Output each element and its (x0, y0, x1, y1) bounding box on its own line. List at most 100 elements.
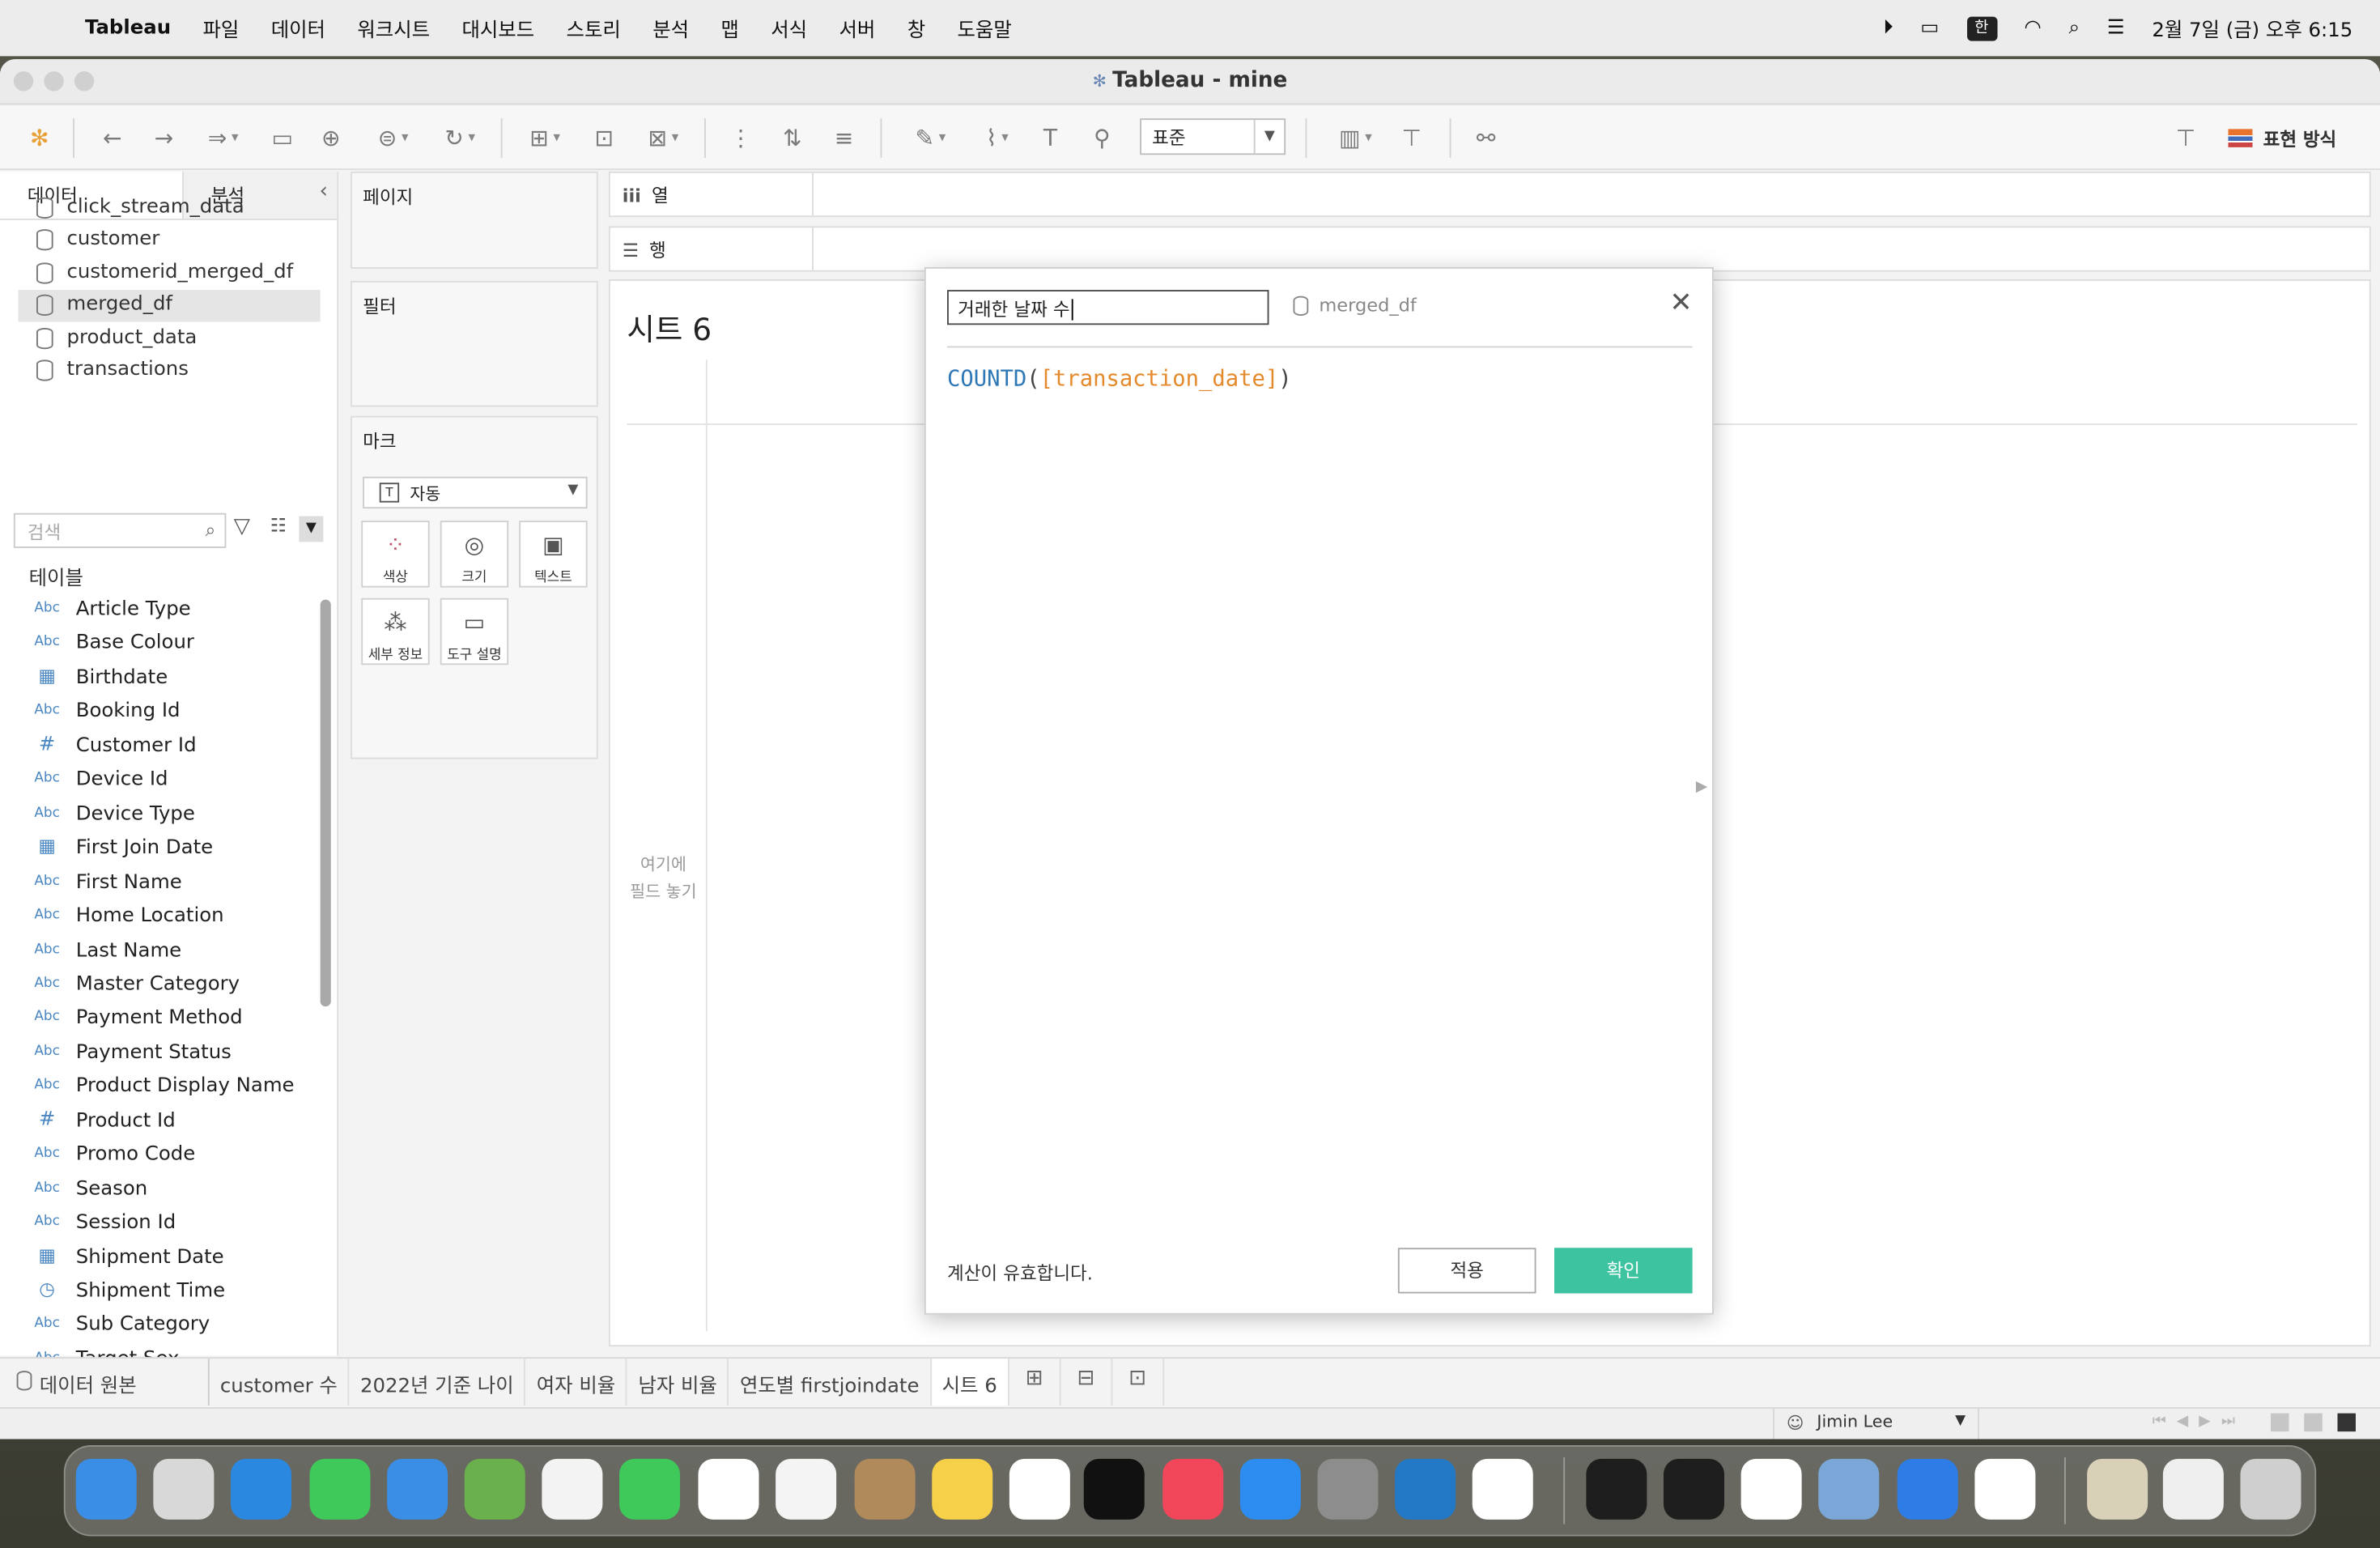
field-item[interactable]: Abc Promo Code (31, 1140, 319, 1173)
new-datasource-icon[interactable]: ⊕ (312, 120, 349, 156)
pin-icon[interactable]: ⚲ (1084, 120, 1120, 156)
tableau-home-icon[interactable]: ✻ (21, 120, 57, 156)
datasource-item[interactable]: click_stream_data (19, 193, 321, 224)
field-item[interactable]: Abc Product Display Name (31, 1072, 319, 1105)
view-list-icon[interactable]: ☷ (270, 515, 287, 536)
drop-field-hint[interactable]: 여기에 필드 놓기 (623, 852, 704, 907)
vscode-icon[interactable] (1395, 1458, 1456, 1520)
share-icon[interactable]: ⚯ (1468, 120, 1504, 156)
sort-descending-icon[interactable]: ≡ (826, 120, 862, 156)
user-menu[interactable]: ☺ Jimin Lee ▼ (1773, 1409, 1979, 1440)
downloads-stack-icon[interactable] (2087, 1458, 2148, 1520)
field-item[interactable]: Abc Booking Id (31, 697, 319, 730)
marks-text-button[interactable]: ▣ 텍스트 (519, 521, 588, 588)
text-label-icon[interactable]: T (1032, 120, 1069, 156)
datasource-item[interactable]: merged_df (18, 290, 321, 322)
terminal-icon[interactable] (1586, 1458, 1647, 1520)
field-item[interactable]: Abc Sub Category (31, 1311, 319, 1344)
tabs-view-icon[interactable] (2337, 1413, 2356, 1432)
photos-icon[interactable] (542, 1458, 603, 1520)
documents-stack-icon[interactable] (2162, 1458, 2224, 1520)
trash-icon[interactable] (2240, 1458, 2301, 1520)
contacts-icon[interactable] (854, 1458, 916, 1520)
menu-help[interactable]: 도움말 (958, 14, 1012, 42)
music-icon[interactable] (1162, 1458, 1224, 1520)
swap-icon[interactable]: ⇒ (194, 120, 252, 156)
new-worksheet-icon[interactable]: ⊞ (1009, 1359, 1061, 1406)
sort-ascending-icon[interactable]: ⇅ (774, 120, 810, 156)
input-method-indicator[interactable]: 한 (1966, 15, 1997, 40)
pages-card[interactable]: 페이지 (351, 171, 598, 269)
filter-icon[interactable]: ▽ (234, 515, 250, 539)
tab-sheet[interactable]: 연도별 firstjoindate (729, 1359, 932, 1406)
highlight-icon[interactable]: ✎ (902, 120, 959, 156)
marks-tooltip-button[interactable]: ▭ 도구 설명 (440, 598, 509, 666)
field-list-scrollbar[interactable] (320, 599, 331, 1007)
control-center-icon[interactable]: ☰ (2107, 17, 2125, 40)
field-item[interactable]: Abc First Name (31, 868, 319, 901)
sheet-sorter-icon[interactable] (2271, 1413, 2289, 1432)
menu-analysis[interactable]: 분석 (652, 14, 689, 42)
view-options-dropdown-icon[interactable]: ▼ (299, 516, 324, 542)
rows-shelf[interactable]: ☰ 행 (608, 226, 2371, 272)
sheet-title[interactable]: 시트 6 (627, 305, 712, 349)
freeform-icon[interactable] (1009, 1458, 1070, 1520)
tab-sheet[interactable]: 남자 비율 (627, 1359, 729, 1406)
reminders-icon[interactable] (776, 1458, 837, 1520)
tab-sheet[interactable]: customer 수 (210, 1359, 350, 1406)
field-item[interactable]: Abc Home Location (31, 902, 319, 935)
activity-monitor-icon[interactable] (1664, 1458, 1724, 1520)
slack-icon[interactable] (1740, 1458, 1802, 1520)
tab-sheet[interactable]: 2022년 기준 나이 (350, 1359, 526, 1406)
tab-sheet[interactable]: 여자 비율 (526, 1359, 628, 1406)
field-item[interactable]: ▦ First Join Date (31, 834, 319, 867)
launchpad-icon[interactable] (153, 1458, 215, 1520)
field-item[interactable]: Abc Season (31, 1175, 319, 1208)
fit-standard-select[interactable]: 표준 ▼ (1140, 118, 1286, 155)
wifi-icon[interactable]: ◠ (2024, 17, 2041, 40)
menu-server[interactable]: 서버 (839, 14, 875, 42)
finder-icon[interactable] (75, 1458, 137, 1520)
notes-icon[interactable] (932, 1458, 993, 1520)
datasource-item[interactable]: customer (19, 225, 321, 257)
datasource-icon[interactable]: ⊜ (364, 120, 422, 156)
menu-data[interactable]: 데이터 (271, 14, 325, 42)
field-item[interactable]: ▦ Birthdate (31, 663, 319, 696)
field-item[interactable]: Abc Device Type (31, 800, 319, 833)
apply-button[interactable]: 적용 (1397, 1248, 1536, 1294)
datasource-item[interactable]: customerid_merged_df (19, 257, 321, 289)
tab-datasource[interactable]: 데이터 원본 (0, 1359, 210, 1406)
field-item[interactable]: ◷ Shipment Time (31, 1277, 319, 1310)
field-item[interactable]: Abc Article Type (31, 595, 319, 628)
datasource-item[interactable]: transactions (19, 355, 321, 387)
show-cards-icon[interactable]: ▥ (1327, 120, 1384, 156)
presentation-mode-icon[interactable]: ⊤ (1393, 120, 1430, 156)
system-settings-icon[interactable] (1317, 1458, 1379, 1520)
facetime-icon[interactable] (619, 1458, 680, 1520)
show-me-button[interactable]: 표현 방식 (2228, 120, 2336, 156)
marks-detail-button[interactable]: ⁂ 세부 정보 (361, 598, 430, 666)
menu-file[interactable]: 파일 (202, 14, 239, 42)
maps-icon[interactable] (464, 1458, 525, 1520)
duplicate-sheet-icon[interactable]: ⊡ (586, 120, 623, 156)
calendar-icon[interactable] (698, 1458, 759, 1520)
menu-window[interactable]: 창 (907, 14, 925, 42)
filmstrip-icon[interactable] (2304, 1413, 2323, 1432)
expand-functions-icon[interactable]: ▶ (1696, 779, 1707, 796)
field-item[interactable]: Abc Session Id (31, 1209, 319, 1242)
apple-tv-icon[interactable] (1083, 1458, 1145, 1520)
marks-size-button[interactable]: ◎ 크기 (440, 521, 509, 588)
mark-type-select[interactable]: T 자동 ▼ (363, 476, 588, 509)
collapse-pane-icon[interactable]: ‹ (319, 179, 328, 203)
field-item[interactable]: ▦ Shipment Date (31, 1243, 319, 1276)
battery-icon[interactable]: ▭ (1920, 17, 1939, 40)
datasource-item[interactable]: product_data (19, 323, 321, 355)
menu-dashboard[interactable]: 대시보드 (461, 14, 534, 42)
tab-sheet-active[interactable]: 시트 6 (931, 1359, 1009, 1406)
clear-sheet-icon[interactable]: ⊠ (635, 120, 692, 156)
screen-record-icon[interactable]: ⏵ (1883, 17, 1893, 40)
menu-map[interactable]: 맵 (720, 14, 738, 42)
spotlight-search-icon[interactable]: ⌕ (2068, 17, 2080, 40)
close-icon[interactable]: ✕ (1669, 287, 1692, 318)
menu-format[interactable]: 서식 (771, 14, 807, 42)
